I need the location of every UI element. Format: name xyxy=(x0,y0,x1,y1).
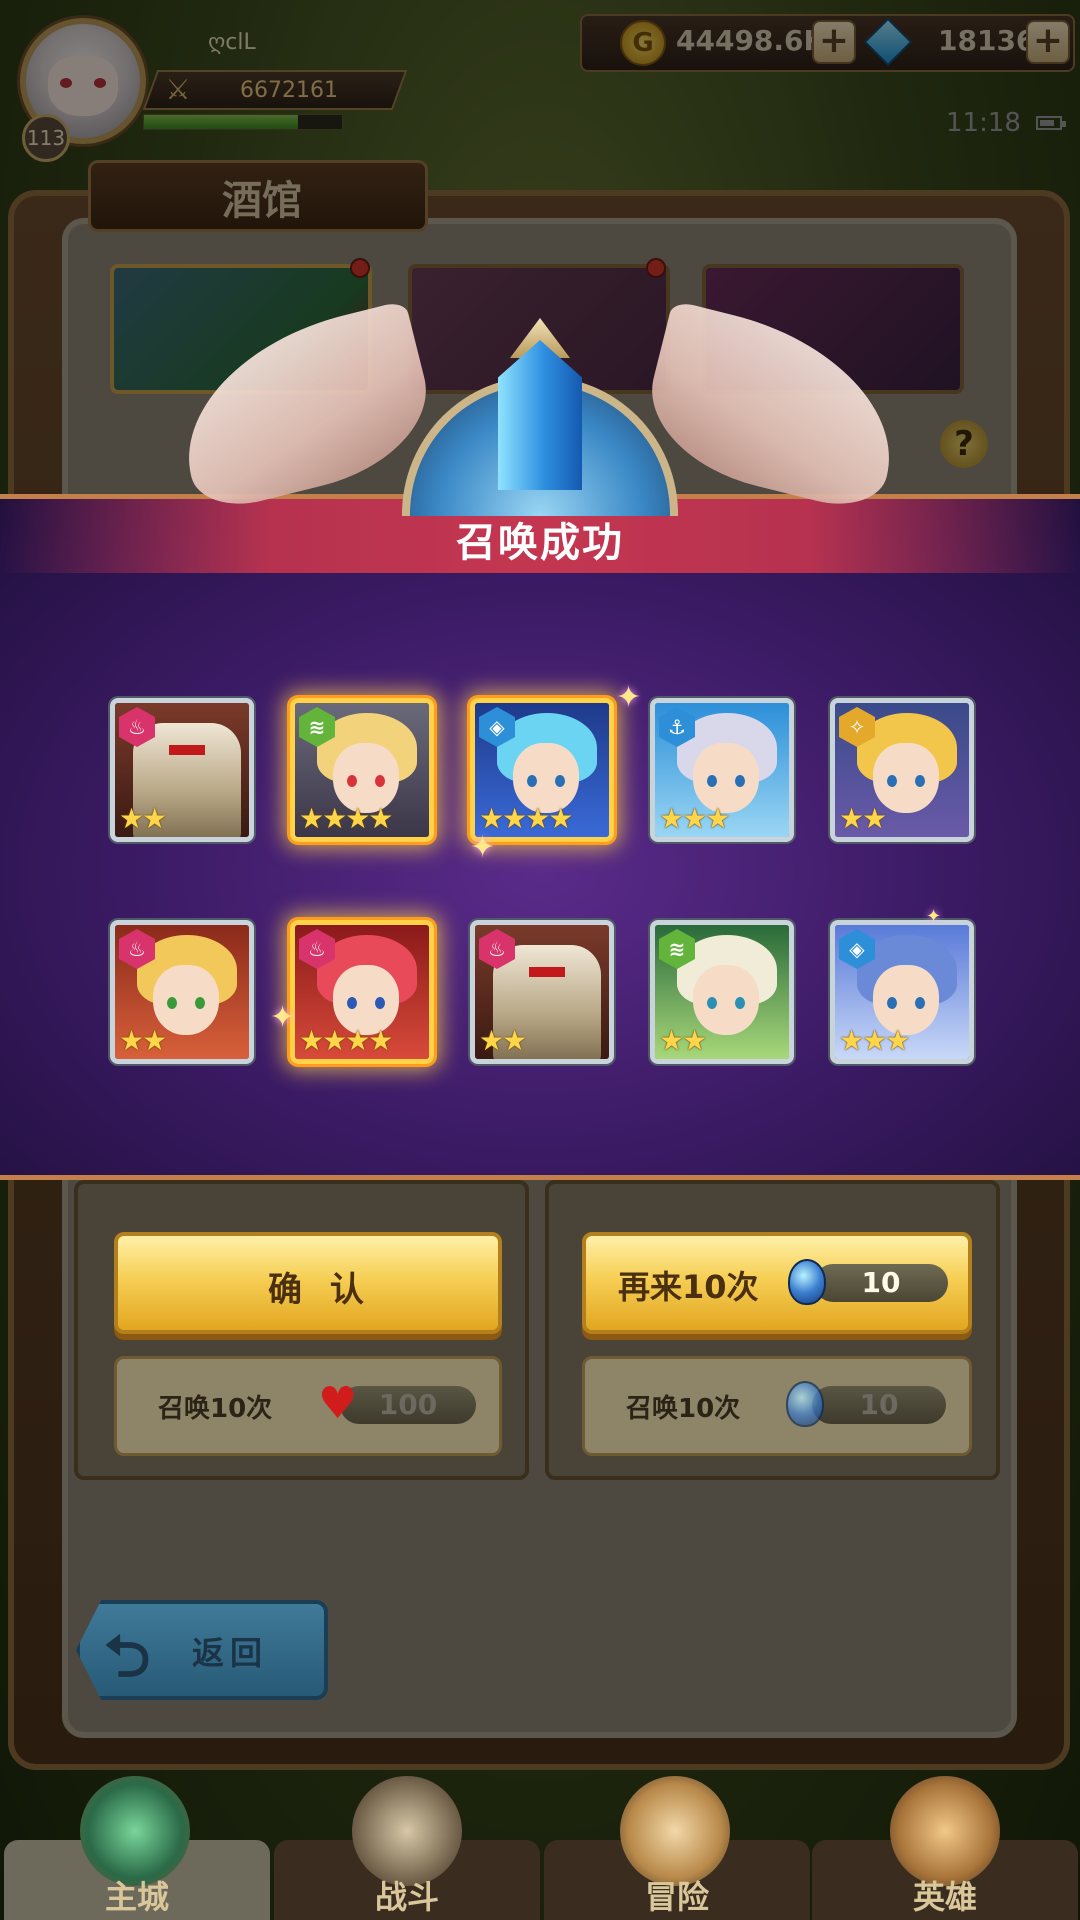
hero-card[interactable]: ♨ ★★ xyxy=(470,920,614,1064)
star-rating: ★★ xyxy=(119,1024,167,1057)
hero-eye xyxy=(915,997,925,1009)
back-label: 返回 xyxy=(192,1634,269,1672)
nav-label: 战斗 xyxy=(374,1878,439,1916)
map-scroll-icon xyxy=(620,1776,730,1886)
hero-eye xyxy=(887,775,897,787)
hero-eye xyxy=(195,997,205,1009)
hero-card[interactable]: ≋ ★★ xyxy=(650,920,794,1064)
summon-10-label: 召唤10次 xyxy=(158,1394,273,1424)
sparkle-icon: ✦ xyxy=(270,1000,296,1035)
castle-icon xyxy=(80,1776,190,1886)
hero-card[interactable]: ♨ ★★ xyxy=(110,920,254,1064)
star-rating: ★★★ xyxy=(839,1024,910,1057)
summon-egg-icon xyxy=(788,1259,826,1305)
heart-icon: ♥ xyxy=(318,1378,358,1429)
hero-eye xyxy=(375,775,385,787)
nav-label: 主城 xyxy=(104,1878,169,1916)
confirm-label: 确 认 xyxy=(268,1270,372,1310)
hero-card[interactable]: ✧ ★★ xyxy=(830,698,974,842)
hero-eye xyxy=(915,775,925,787)
hero-card[interactable]: ◈ ★★★ xyxy=(830,920,974,1064)
back-arrow-icon: ⮌ xyxy=(104,1622,151,1690)
summon-again-label: 再来10次 xyxy=(618,1268,759,1306)
hero-eye xyxy=(735,997,745,1009)
star-rating: ★★★★ xyxy=(299,1024,393,1057)
star-rating: ★★ xyxy=(119,802,167,835)
hero-card[interactable]: ♨ ★★★★ xyxy=(290,920,434,1064)
hero-eye xyxy=(707,997,717,1009)
hero-eye xyxy=(167,997,177,1009)
hero-card[interactable]: ♨ ★★ xyxy=(110,698,254,842)
summon-result-title: 召唤成功 xyxy=(456,520,624,566)
golem-visor xyxy=(529,967,565,977)
hero-eye xyxy=(375,997,385,1009)
hero-eye xyxy=(735,775,745,787)
hero-eye xyxy=(555,775,565,787)
sparkle-icon: ✦ xyxy=(616,680,642,715)
star-rating: ★★ xyxy=(659,1024,707,1057)
nav-label: 冒险 xyxy=(644,1878,709,1916)
hero-card[interactable]: ⚓ ★★★ xyxy=(650,698,794,842)
heart-cost: 100 xyxy=(340,1386,476,1424)
star-rating: ★★★★ xyxy=(299,802,393,835)
nav-label: 英雄 xyxy=(912,1878,977,1916)
hero-eye xyxy=(707,775,717,787)
hero-card[interactable]: ≋ ★★★★ xyxy=(290,698,434,842)
sparkle-icon: ✦ xyxy=(470,830,496,865)
hero-eye xyxy=(347,997,357,1009)
golem-visor xyxy=(169,745,205,755)
again-cost: 10 xyxy=(814,1264,948,1302)
hero-eye xyxy=(347,775,357,787)
star-rating: ★★ xyxy=(479,1024,527,1057)
summon-10-label: 召唤10次 xyxy=(626,1394,741,1424)
star-rating: ★★★ xyxy=(659,802,730,835)
hero-eye xyxy=(527,775,537,787)
hero-crest-icon xyxy=(890,1776,1000,1886)
sparkle-icon: ✦ xyxy=(926,906,942,927)
summon-egg-icon xyxy=(786,1381,824,1427)
hero-card[interactable]: ◈ ★★★★ xyxy=(470,698,614,842)
star-rating: ★★ xyxy=(839,802,887,835)
crossed-swords-icon xyxy=(352,1776,462,1886)
hero-eye xyxy=(887,997,897,1009)
egg-cost: 10 xyxy=(812,1386,946,1424)
